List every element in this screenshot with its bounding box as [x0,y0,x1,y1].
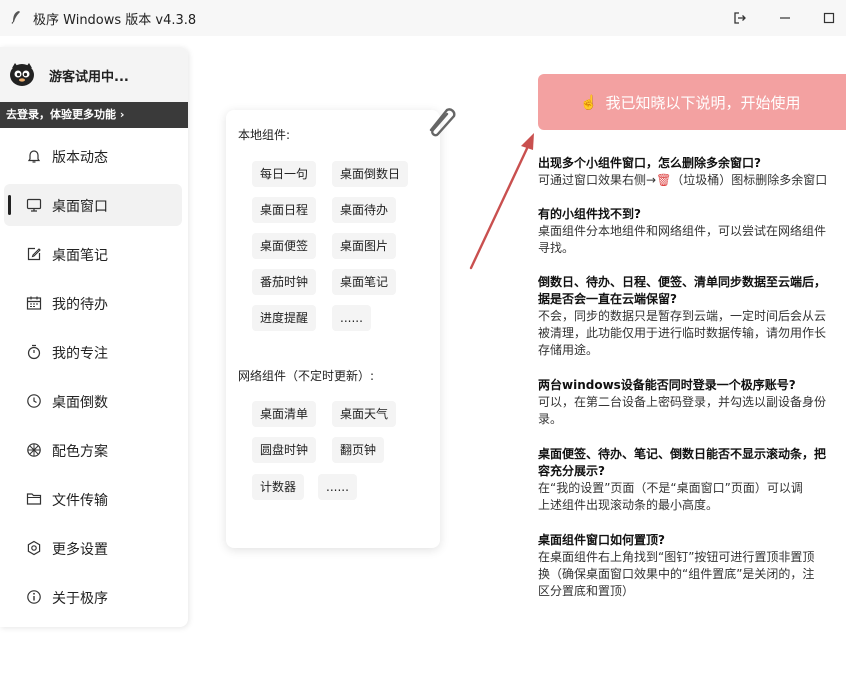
logout-button[interactable] [726,4,754,32]
sidebar-item-label: 桌面倒数 [52,395,108,411]
hand-pointer-icon: ☝ [580,93,598,110]
faq-item: 桌面便签、待办、笔记、倒数日能否不显示滚动条，把 容充分展示? 在“我的设置”页… [538,446,846,514]
sidebar-item-label: 关于极序 [52,591,108,607]
window-title: 极序 Windows 版本 v4.3.8 [33,13,197,28]
title-bar: 极序 Windows 版本 v4.3.8 [0,0,846,36]
faq-answer: 在“我的设置”页面（不是“桌面窗口”页面）可以调 [538,481,803,495]
local-widgets-label: 本地组件: [238,128,291,142]
widget-chip[interactable]: 计数器 [252,474,305,500]
info-icon [26,589,42,605]
faq-answer: 寻找。 [538,241,575,255]
faq-answer: 可以，在第二台设备上密码登录，并勾选以副设备身份 [538,395,827,409]
faq-item: 两台windows设备能否同时登录一个极序账号? 可以，在第二台设备上密码登录，… [538,377,846,428]
bell-icon [26,148,42,164]
faq-item: 有的小组件找不到? 桌面组件分本地组件和网络组件，可以尝试在网络组件 寻找。 [538,206,846,257]
widget-chip[interactable]: 进度提醒 [252,305,317,331]
sidebar-item-label: 文件传输 [52,493,108,509]
faq-question: 两台windows设备能否同时登录一个极序账号? [538,378,796,392]
widget-chip[interactable]: 桌面倒数日 [332,161,409,187]
widget-chip-more[interactable]: ...... [318,474,357,500]
user-name: 游客试用中... [49,70,129,85]
sidebar-item-file-transfer[interactable]: 文件传输 [4,478,182,520]
sidebar-item-notes[interactable]: 桌面笔记 [4,233,182,275]
sidebar-item-label: 版本动态 [52,150,108,166]
sidebar-item-label: 配色方案 [52,444,108,460]
sidebar-item-focus[interactable]: 我的专注 [4,331,182,373]
sidebar-item-color-scheme[interactable]: 配色方案 [4,429,182,471]
sidebar-item-label: 桌面窗口 [52,199,108,215]
faq-question: 出现多个小组件窗口，怎么删除多余窗口? [538,156,761,170]
sidebar-item-more-settings[interactable]: 更多设置 [4,527,182,569]
widget-chip[interactable]: 翻页钟 [332,437,385,463]
faq-question: 有的小组件找不到? [538,207,641,221]
sidebar-item-updates[interactable]: 版本动态 [4,135,182,177]
faq-answer: 桌面组件分本地组件和网络组件，可以尝试在网络组件 [538,224,827,238]
widget-chip[interactable]: 桌面日程 [252,197,317,223]
user-block[interactable]: 游客试用中... [0,47,188,102]
widget-chip[interactable]: 桌面笔记 [332,269,397,295]
countdown-icon [26,393,42,409]
widget-chip[interactable]: 圆盘时钟 [252,437,317,463]
widget-chip[interactable]: 桌面待办 [332,197,397,223]
minimize-icon [780,17,790,19]
faq-answer: 被清理，此功能仅用于进行临时数据传输，请勿用作长 [538,326,827,340]
faq-answer: 不会，同步的数据只是暂存到云端，一定时间后会从云 [538,309,827,323]
sidebar-item-desktop-window[interactable]: 桌面窗口 [4,184,182,226]
feather-icon [11,10,23,24]
faq-question: 倒数日、待办、日程、便签、清单同步数据至云端后， [538,275,827,289]
logout-icon [734,12,746,24]
widget-chip[interactable]: 每日一句 [252,161,317,187]
faq-answer: 存储用途。 [538,343,599,357]
faq-answer: 上述组件出现滚动条的最小高度。 [538,498,719,512]
sidebar-item-label: 我的待办 [52,297,108,313]
acknowledge-button-label: 我已知晓以下说明，开始使用 [605,94,801,112]
faq-question: 桌面组件窗口如何置顶? [538,533,665,547]
login-link[interactable]: 去登录，体验更多功能 › [0,102,188,128]
faq-item: 倒数日、待办、日程、便签、清单同步数据至云端后， 据是否会一直在云端保留? 不会… [538,274,846,359]
gear-icon [26,540,42,556]
acknowledge-start-button[interactable]: ☝ 我已知晓以下说明，开始使用 [538,74,846,130]
maximize-icon [823,12,835,24]
active-indicator [8,195,11,215]
widget-chip[interactable]: 桌面清单 [252,401,317,427]
folder-icon [26,491,42,507]
faq-question: 容充分展示? [538,464,605,478]
widget-chip[interactable]: 番茄时钟 [252,269,317,295]
faq-question: 据是否会一直在云端保留? [538,292,677,306]
avatar [10,63,34,86]
network-widgets-label: 网络组件（不定时更新）: [238,369,375,383]
faq-answer: 在桌面组件右上角找到“图钉”按钮可进行置顶非置顶 [538,550,815,564]
widget-chip-more[interactable]: ...... [332,305,371,331]
pointer-arrow [469,133,534,270]
faq-item: 桌面组件窗口如何置顶? 在桌面组件右上角找到“图钉”按钮可进行置顶非置顶 换（确… [538,532,846,600]
widget-chip[interactable]: 桌面图片 [332,233,397,259]
sidebar-item-todos[interactable]: 我的待办 [4,282,182,324]
sidebar: 游客试用中... 去登录，体验更多功能 › 版本动态 桌面窗口 桌面笔记 我的待… [0,47,188,627]
maximize-button[interactable] [815,4,843,32]
sidebar-item-about[interactable]: 关于极序 [4,576,182,618]
faq-answer: 换（确保桌面窗口效果中的“组件置底”是关闭的，注 [538,567,815,581]
timer-icon [26,344,42,360]
sidebar-item-label: 更多设置 [52,542,108,558]
paperclip-icon [429,108,456,137]
calendar-icon [26,295,42,311]
sidebar-item-label: 桌面笔记 [52,248,108,264]
palette-icon [26,442,42,458]
edit-icon [26,246,42,262]
monitor-icon [26,197,42,213]
widget-chip[interactable]: 桌面天气 [332,401,397,427]
sidebar-item-countdown[interactable]: 桌面倒数 [4,380,182,422]
widget-chip[interactable]: 桌面便签 [252,233,317,259]
faq-item: 出现多个小组件窗口，怎么删除多余窗口? 可通过窗口效果右侧→🗑（垃圾桶）图标删除… [538,155,846,189]
sidebar-item-label: 我的专注 [52,346,108,362]
trash-icon: 🗑 [656,173,672,187]
faq-answer: 可通过窗口效果右侧→🗑（垃圾桶）图标删除多余窗口 [538,173,828,187]
faq-question: 桌面便签、待办、笔记、倒数日能否不显示滚动条，把 [538,447,827,461]
faq-answer: 录。 [538,412,563,426]
faq-answer: 区分置底和置顶） [538,584,635,598]
minimize-button[interactable] [771,4,799,32]
